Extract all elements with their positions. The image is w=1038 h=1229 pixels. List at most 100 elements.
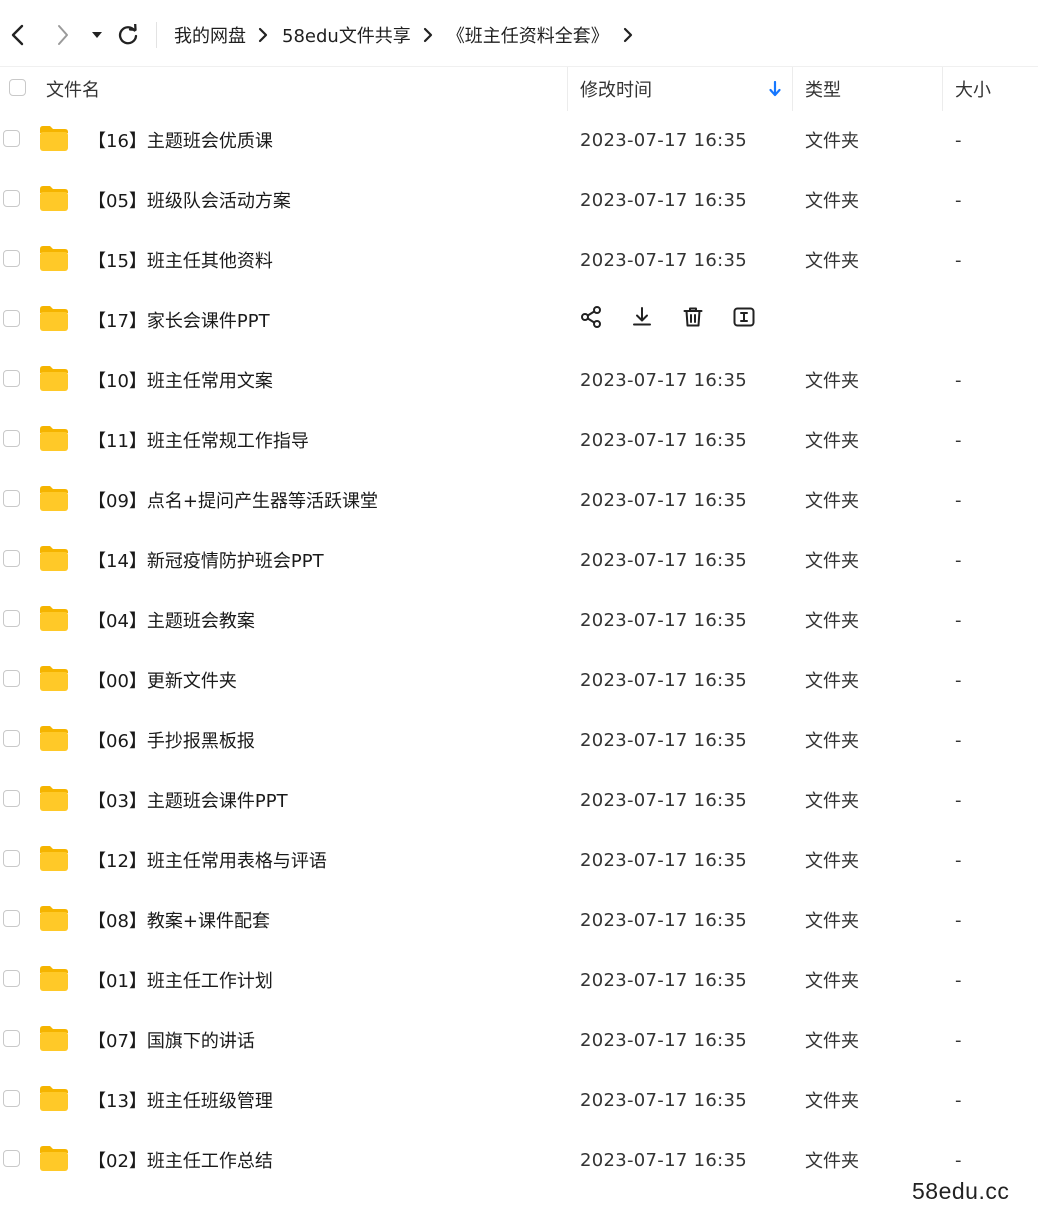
history-dropdown-button[interactable] [82, 18, 112, 52]
file-name[interactable]: 【15】班主任其他资料 [88, 230, 273, 290]
table-row[interactable]: 【15】班主任其他资料 2023-07-17 16:35 文件夹 - [0, 230, 1038, 290]
row-checkbox[interactable] [3, 190, 20, 207]
row-checkbox[interactable] [3, 490, 20, 507]
folder-icon [38, 304, 70, 332]
file-name[interactable]: 【16】主题班会优质课 [88, 110, 273, 170]
row-checkbox[interactable] [3, 250, 20, 267]
file-name[interactable]: 【08】教案+课件配套 [88, 890, 270, 950]
table-row[interactable]: 【16】主题班会优质课 2023-07-17 16:35 文件夹 - [0, 110, 1038, 170]
row-checkbox[interactable] [3, 1090, 20, 1107]
rename-icon [732, 305, 756, 334]
file-size: - [955, 429, 962, 451]
file-size: - [955, 249, 962, 271]
file-size: - [955, 549, 962, 571]
folder-icon [38, 844, 70, 872]
row-checkbox[interactable] [3, 850, 20, 867]
chevron-right-icon [423, 27, 433, 43]
file-name[interactable]: 【09】点名+提问产生器等活跃课堂 [88, 470, 378, 530]
file-name[interactable]: 【04】主题班会教案 [88, 590, 255, 650]
nav-divider [156, 22, 157, 48]
table-row[interactable]: 【13】班主任班级管理 2023-07-17 16:35 文件夹 - [0, 1070, 1038, 1130]
column-header-type[interactable]: 类型 [805, 67, 841, 111]
modified-time: 2023-07-17 16:35 [580, 549, 748, 571]
file-name[interactable]: 【13】班主任班级管理 [88, 1070, 273, 1130]
file-name[interactable]: 【17】家长会课件PPT [88, 290, 270, 350]
file-name[interactable]: 【07】国旗下的讲话 [88, 1010, 255, 1070]
file-name[interactable]: 【03】主题班会课件PPT [88, 770, 288, 830]
table-row[interactable]: 【14】新冠疫情防护班会PPT 2023-07-17 16:35 文件夹 - [0, 530, 1038, 590]
table-row[interactable]: 【11】班主任常规工作指导 2023-07-17 16:35 文件夹 - [0, 410, 1038, 470]
row-checkbox[interactable] [3, 610, 20, 627]
table-row[interactable]: 【06】手抄报黑板报 2023-07-17 16:35 文件夹 - [0, 710, 1038, 770]
column-divider[interactable] [792, 67, 793, 111]
table-row[interactable]: 【05】班级队会活动方案 2023-07-17 16:35 文件夹 - [0, 170, 1038, 230]
folder-icon [38, 604, 70, 632]
row-checkbox[interactable] [3, 670, 20, 687]
file-name[interactable]: 【06】手抄报黑板报 [88, 710, 255, 770]
column-header-size[interactable]: 大小 [955, 67, 991, 111]
table-row[interactable]: 【02】班主任工作总结 2023-07-17 16:35 文件夹 - [0, 1130, 1038, 1190]
file-name[interactable]: 【12】班主任常用表格与评语 [88, 830, 327, 890]
table-row[interactable]: 【00】更新文件夹 2023-07-17 16:35 文件夹 - [0, 650, 1038, 710]
row-checkbox[interactable] [3, 1030, 20, 1047]
table-row[interactable]: 【01】班主任工作计划 2023-07-17 16:35 文件夹 - [0, 950, 1038, 1010]
row-checkbox[interactable] [3, 970, 20, 987]
column-divider[interactable] [567, 67, 568, 111]
chevron-right-icon [58, 25, 68, 45]
sort-descending-icon[interactable] [768, 81, 782, 97]
file-size: - [955, 849, 962, 871]
table-row[interactable]: 【04】主题班会教案 2023-07-17 16:35 文件夹 - [0, 590, 1038, 650]
breadcrumb-shared-folder[interactable]: 58edu文件共享 [282, 22, 411, 48]
file-type: 文件夹 [805, 671, 859, 692]
column-divider[interactable] [942, 67, 943, 111]
row-checkbox[interactable] [3, 1150, 20, 1167]
download-icon [630, 305, 654, 334]
file-name[interactable]: 【02】班主任工作总结 [88, 1130, 273, 1190]
modified-time: 2023-07-17 16:35 [580, 369, 748, 391]
breadcrumb-my-drive[interactable]: 我的网盘 [174, 22, 246, 48]
table-row[interactable]: 【09】点名+提问产生器等活跃课堂 2023-07-17 16:35 文件夹 - [0, 470, 1038, 530]
row-checkbox[interactable] [3, 910, 20, 927]
column-header-name[interactable]: 文件名 [46, 67, 100, 111]
folder-icon [38, 724, 70, 752]
table-row[interactable]: 【17】家长会课件PPT [0, 290, 1038, 350]
file-size: - [955, 789, 962, 811]
row-checkbox[interactable] [3, 310, 20, 327]
row-checkbox[interactable] [3, 730, 20, 747]
chevron-right-icon[interactable] [623, 27, 633, 43]
chevron-left-icon [11, 24, 24, 46]
folder-icon [38, 364, 70, 392]
table-row[interactable]: 【03】主题班会课件PPT 2023-07-17 16:35 文件夹 - [0, 770, 1038, 830]
share-button[interactable] [578, 305, 604, 334]
file-name[interactable]: 【14】新冠疫情防护班会PPT [88, 530, 324, 590]
modified-time: 2023-07-17 16:35 [580, 1029, 748, 1051]
download-button[interactable] [629, 306, 655, 332]
table-row[interactable]: 【08】教案+课件配套 2023-07-17 16:35 文件夹 - [0, 890, 1038, 950]
table-row[interactable]: 【10】班主任常用文案 2023-07-17 16:35 文件夹 - [0, 350, 1038, 410]
file-name[interactable]: 【00】更新文件夹 [88, 650, 237, 710]
row-checkbox[interactable] [3, 370, 20, 387]
refresh-button[interactable] [113, 18, 143, 52]
file-name[interactable]: 【11】班主任常规工作指导 [88, 410, 309, 470]
back-button[interactable] [2, 18, 32, 52]
row-checkbox[interactable] [3, 430, 20, 447]
folder-icon [38, 964, 70, 992]
table-row[interactable]: 【07】国旗下的讲话 2023-07-17 16:35 文件夹 - [0, 1010, 1038, 1070]
delete-button[interactable] [680, 306, 706, 332]
rename-button[interactable] [731, 306, 757, 332]
forward-button[interactable] [48, 18, 78, 52]
breadcrumb-current-folder[interactable]: 《班主任资料全套》 [447, 22, 609, 48]
table-row[interactable]: 【12】班主任常用表格与评语 2023-07-17 16:35 文件夹 - [0, 830, 1038, 890]
file-name[interactable]: 【05】班级队会活动方案 [88, 170, 291, 230]
file-size: - [955, 1089, 962, 1111]
column-header-mtime[interactable]: 修改时间 [580, 67, 652, 111]
file-type: 文件夹 [805, 131, 859, 152]
row-checkbox[interactable] [3, 130, 20, 147]
row-checkbox[interactable] [3, 550, 20, 567]
file-name[interactable]: 【10】班主任常用文案 [88, 350, 273, 410]
select-all-checkbox[interactable] [9, 79, 26, 96]
file-name[interactable]: 【01】班主任工作计划 [88, 950, 273, 1010]
file-size: - [955, 129, 962, 151]
row-checkbox[interactable] [3, 790, 20, 807]
share-icon [579, 305, 603, 334]
